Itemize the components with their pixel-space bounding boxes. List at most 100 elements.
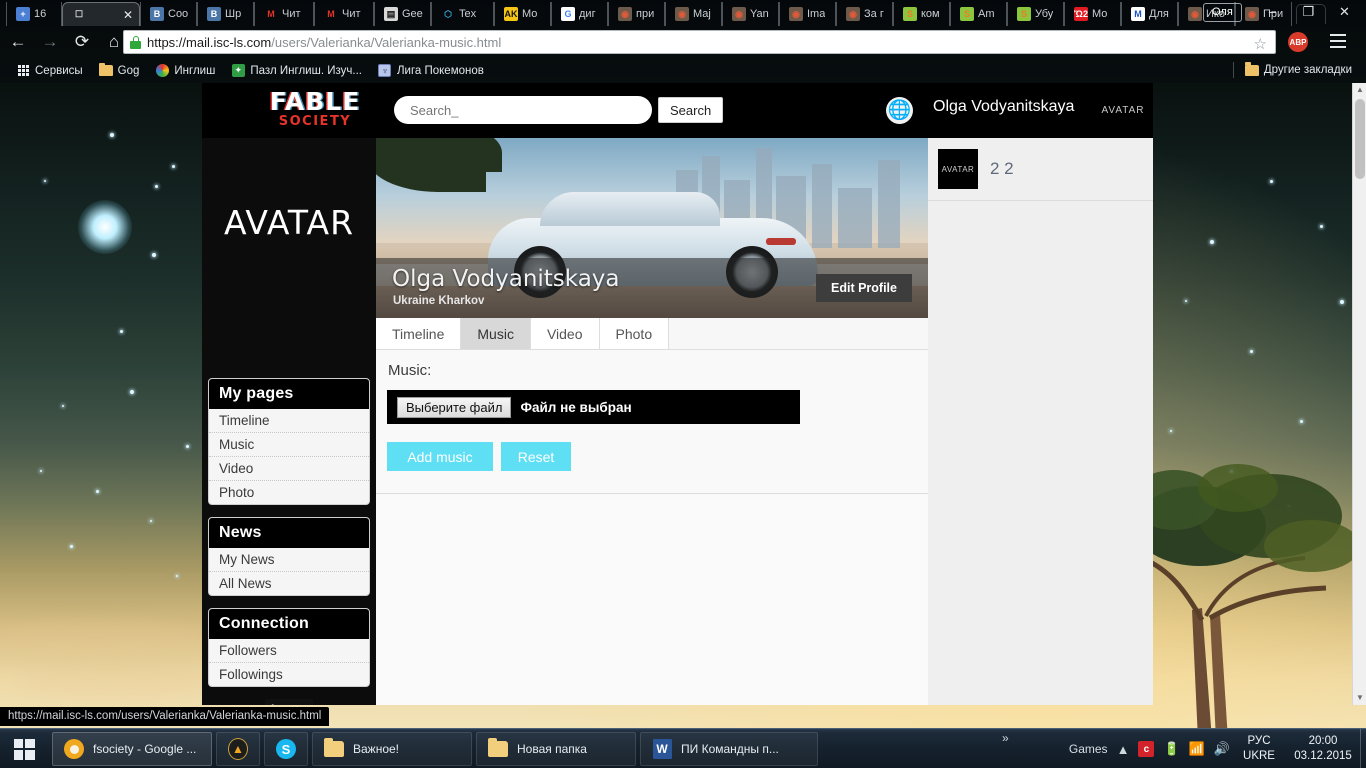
browser-tab[interactable]: M Чит — [314, 2, 374, 26]
sidebar-item-music[interactable]: Music — [209, 433, 369, 457]
window-minimize-button[interactable]: – — [1258, 2, 1287, 22]
start-button[interactable] — [0, 729, 48, 768]
search-input[interactable] — [394, 96, 652, 124]
sidebar-item-photo[interactable]: Photo — [209, 481, 369, 504]
browser-tab[interactable]: Gдиг — [551, 2, 608, 26]
globe-icon[interactable]: 🌐 — [886, 97, 913, 124]
profile-tab-video[interactable]: Video — [530, 318, 600, 349]
browser-tab[interactable]: ◉ при — [608, 2, 665, 26]
logout-button[interactable]: logout — [265, 699, 313, 705]
bookmark-item[interactable]: ✦ Пазл Инглиш. Изуч... — [223, 60, 370, 82]
sidebar-item-video[interactable]: Video — [209, 457, 369, 481]
webm-icon: M — [1131, 7, 1145, 21]
back-icon[interactable]: ← — [4, 28, 32, 56]
reset-button[interactable]: Reset — [501, 442, 571, 471]
other-bookmarks-folder[interactable]: Другие закладки — [1237, 59, 1360, 81]
browser-tab[interactable]: ⬡ Tex — [431, 2, 494, 26]
window-restore-button[interactable]: ❐ — [1294, 2, 1323, 22]
browser-tab-label: Маj — [693, 8, 711, 20]
bookmark-item[interactable]: Gog — [91, 60, 148, 82]
bookmark-star-icon[interactable]: ☆ — [1254, 35, 1267, 53]
profile-tab-timeline[interactable]: Timeline — [376, 318, 462, 349]
reload-icon[interactable]: ⟳ — [68, 28, 96, 56]
browser-tab-label: Мо — [522, 8, 538, 20]
chrome-menu-icon[interactable] — [1330, 34, 1346, 48]
site-logo[interactable]: FABLE SOCIETY — [250, 89, 380, 129]
browser-tab[interactable]: ◉ Маj — [665, 2, 722, 26]
browser-tab[interactable]: Ὥ2 Мо — [1064, 2, 1121, 26]
page-scrollbar[interactable]: ▲ ▼ — [1352, 83, 1366, 705]
browser-profile-button[interactable]: Оля — [1203, 3, 1242, 22]
choose-file-button[interactable]: Выберите файл — [397, 396, 512, 418]
scrollbar-thumb[interactable] — [1355, 99, 1365, 179]
taskbar-item[interactable]: Новая папка — [476, 732, 636, 766]
tab-close-icon[interactable]: ✕ — [123, 8, 133, 22]
browser-tab-label: Tex — [459, 8, 477, 20]
bookmark-label: Пазл Инглиш. Изуч... — [250, 64, 362, 77]
sidebar-item-followers[interactable]: Followers — [209, 639, 369, 663]
clock[interactable]: 20:00 03.12.2015 — [1288, 734, 1358, 764]
tray-overflow-icon[interactable]: » — [1002, 731, 1009, 745]
address-bar[interactable]: https://mail.isc-ls.com/users/Valerianka… — [123, 30, 1276, 54]
taskbar-item[interactable]: Важное! — [312, 732, 472, 766]
taskbar-item[interactable]: ▲ — [216, 732, 260, 766]
browser-tab[interactable]: B Шр — [197, 2, 254, 26]
browser-tab[interactable]: +16 — [6, 2, 62, 26]
games-label[interactable]: Games — [1069, 742, 1108, 756]
comodo-icon[interactable]: c — [1138, 741, 1155, 757]
window-close-button[interactable]: ✕ — [1330, 2, 1359, 22]
bookmarks-separator — [1233, 62, 1234, 78]
screen: +16 ☐ ✕ B Соо B Шр M Чит M Чит ▤ Gee ⬡ Tex AK Мо Gдиг ◉ при… — [0, 0, 1366, 768]
browser-tab[interactable]: M Чит — [254, 2, 314, 26]
browser-tab-label: Соо — [168, 8, 189, 20]
scroll-up-icon[interactable]: ▲ — [1353, 83, 1366, 97]
profile-tab-photo[interactable]: Photo — [599, 318, 670, 349]
forward-icon[interactable]: → — [36, 28, 64, 56]
feed-item[interactable]: AVATAR 2 2 — [928, 138, 1153, 201]
sidebar-item-my-news[interactable]: My News — [209, 548, 369, 572]
network-icon[interactable]: 📶 — [1189, 741, 1205, 757]
sidebar-panel-title: Connection — [209, 609, 369, 639]
volume-icon[interactable]: 🔊 — [1214, 741, 1230, 757]
taskbar-item[interactable]: fsociety - Google ... — [52, 732, 212, 766]
header-user-name[interactable]: Olga Vodyanitskaya — [933, 98, 1074, 116]
edit-profile-button[interactable]: Edit Profile — [816, 274, 912, 302]
sidebar-item-timeline[interactable]: Timeline — [209, 409, 369, 433]
adblock-icon[interactable]: ABP — [1288, 32, 1308, 52]
battery-icon[interactable]: 🔋 — [1163, 741, 1179, 757]
browser-tab[interactable]: B Соо — [140, 2, 197, 26]
bookmark-label: Инглиш — [174, 64, 216, 77]
browser-tab[interactable]: S Am — [950, 2, 1007, 26]
taskbar-item[interactable]: S — [264, 732, 308, 766]
browser-tab[interactable]: ◉ Ima — [779, 2, 836, 26]
url-host: https://mail.isc-ls.com — [147, 34, 272, 50]
browser-tab[interactable]: ◉ Yan — [722, 2, 779, 26]
taskbar-item[interactable]: W ПИ Командны п... — [640, 732, 818, 766]
folder-icon — [98, 62, 113, 78]
browser-tab[interactable]: S Убу — [1007, 2, 1064, 26]
bookmark-item[interactable]: ♆ Лига Покемонов — [370, 60, 492, 82]
browser-tab[interactable]: M Для — [1121, 2, 1178, 26]
file-upload-row[interactable]: Выберите файл Файл не выбран — [387, 390, 800, 424]
browser-tab[interactable]: ☐ ✕ — [62, 2, 140, 26]
cover-photo: Olga Vodyanitskaya Ukraine Kharkov Edit … — [376, 138, 928, 318]
search-button[interactable]: Search — [658, 97, 724, 123]
geek-icon: ▤ — [384, 7, 398, 21]
language-indicator[interactable]: РУС UKRE — [1239, 734, 1279, 764]
header-avatar[interactable]: AVATAR — [1093, 83, 1153, 138]
browser-tab[interactable]: AK Мо — [494, 2, 551, 26]
scroll-down-icon[interactable]: ▼ — [1353, 691, 1366, 705]
sidebar-item-followings[interactable]: Followings — [209, 663, 369, 686]
add-music-button[interactable]: Add music — [387, 442, 493, 471]
browser-tab[interactable]: ◉ За г — [836, 2, 893, 26]
bookmark-item[interactable]: Сервисы — [8, 60, 91, 82]
sidebar-item-all-news[interactable]: All News — [209, 572, 369, 595]
tab-strip: +16 ☐ ✕ B Соо B Шр M Чит M Чит ▤ Gee ⬡ Tex AK Мо Gдиг ◉ при… — [0, 0, 1366, 26]
show-desktop-button[interactable] — [1360, 729, 1366, 768]
tray-expand-icon[interactable]: ▲ — [1117, 742, 1130, 757]
bookmark-item[interactable]: Инглиш — [147, 60, 223, 82]
browser-tab[interactable]: Sком — [893, 2, 950, 26]
profile-tab-music[interactable]: Music — [461, 318, 531, 349]
site-sidebar: My pages Timeline Music Video Photo News My Ne… — [208, 378, 370, 705]
browser-tab[interactable]: ▤ Gee — [374, 2, 431, 26]
